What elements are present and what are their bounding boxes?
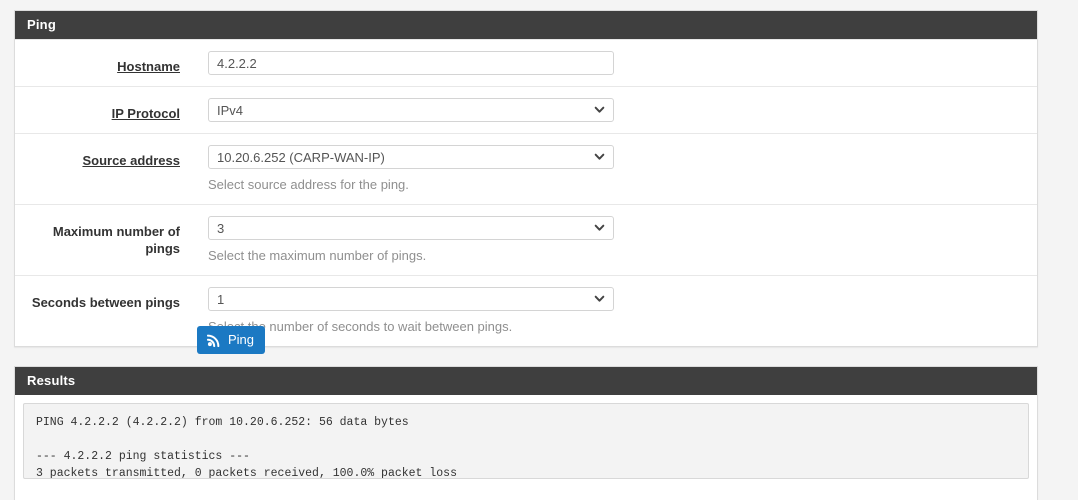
control-seconds-between-pings: 1 Select the number of seconds to wait b…	[180, 287, 1037, 335]
label-max-pings: Maximum number of pings	[52, 224, 180, 256]
form-row-seconds-between-pings: Seconds between pings 1 Select the numbe…	[15, 275, 1037, 346]
ping-panel: Ping Hostname IP Protocol IPv4 Source a	[14, 10, 1038, 347]
max-pings-select-wrap[interactable]: 3	[208, 216, 614, 240]
max-pings-select[interactable]: 3	[208, 216, 614, 240]
ping-button-label: Ping	[228, 332, 255, 347]
ping-button[interactable]: Ping	[197, 326, 266, 354]
control-ip-protocol: IPv4	[180, 98, 1037, 122]
source-address-select[interactable]: 10.20.6.252 (CARP-WAN-IP)	[208, 145, 614, 169]
results-panel-footer	[15, 487, 1037, 500]
form-row-ip-protocol: IP Protocol IPv4	[15, 86, 1037, 133]
label-source-address: Source address	[82, 153, 180, 168]
control-hostname	[180, 51, 1037, 75]
results-panel-title: Results	[15, 367, 1037, 395]
ping-panel-title: Ping	[15, 11, 1037, 39]
seconds-between-pings-select[interactable]: 1	[208, 287, 614, 311]
control-source-address: 10.20.6.252 (CARP-WAN-IP) Select source …	[180, 145, 1037, 193]
hostname-input[interactable]	[208, 51, 614, 75]
form-row-hostname: Hostname	[15, 39, 1037, 86]
help-seconds-between-pings: Select the number of seconds to wait bet…	[208, 319, 513, 334]
label-seconds-between-pings: Seconds between pings	[31, 295, 180, 310]
help-max-pings: Select the maximum number of pings.	[208, 248, 427, 263]
control-max-pings: 3 Select the maximum number of pings.	[180, 216, 1037, 264]
ip-protocol-select[interactable]: IPv4	[208, 98, 614, 122]
label-ip-protocol: IP Protocol	[111, 106, 180, 121]
source-address-select-wrap[interactable]: 10.20.6.252 (CARP-WAN-IP)	[208, 145, 614, 169]
form-row-source-address: Source address 10.20.6.252 (CARP-WAN-IP)…	[15, 133, 1037, 204]
results-panel: Results PING 4.2.2.2 (4.2.2.2) from 10.2…	[14, 366, 1038, 500]
form-row-max-pings: Maximum number of pings 3 Select the max…	[15, 204, 1037, 275]
signal-wave-icon	[207, 334, 220, 347]
results-body: PING 4.2.2.2 (4.2.2.2) from 10.20.6.252:…	[15, 395, 1037, 487]
ip-protocol-select-wrap[interactable]: IPv4	[208, 98, 614, 122]
seconds-between-pings-select-wrap[interactable]: 1	[208, 287, 614, 311]
help-source-address: Select source address for the ping.	[208, 177, 409, 192]
ping-diagnostics-page: Ping Hostname IP Protocol IPv4 Source a	[0, 0, 1078, 500]
ping-output-textarea[interactable]: PING 4.2.2.2 (4.2.2.2) from 10.20.6.252:…	[23, 403, 1029, 479]
label-hostname: Hostname	[117, 59, 180, 74]
